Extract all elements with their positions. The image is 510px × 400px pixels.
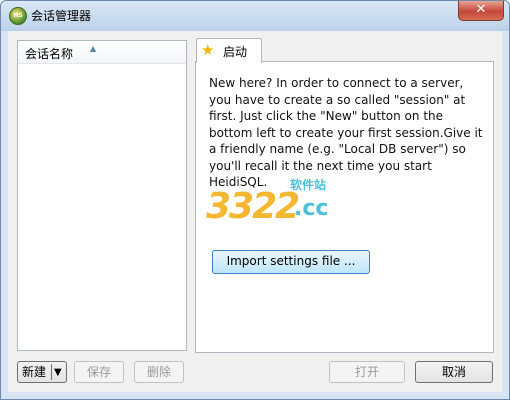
dialog-body: 会话名称 ▲ ★ 启动 New here? In order to connec… <box>8 31 502 392</box>
heidisql-app-icon: HS <box>9 7 27 25</box>
star-icon: ★ <box>201 41 215 59</box>
close-button[interactable]: ✕ <box>458 1 504 21</box>
save-button[interactable]: 保存 <box>74 361 124 383</box>
cancel-button[interactable]: 取消 <box>415 361 493 383</box>
sort-ascending-icon: ▲ <box>90 44 97 53</box>
import-settings-button[interactable]: Import settings file ... <box>212 250 370 274</box>
welcome-text: New here? In order to connect to a serve… <box>209 76 483 189</box>
session-list[interactable]: 会话名称 ▲ <box>17 40 187 351</box>
title-bar: HS 会话管理器 ✕ <box>1 1 509 29</box>
column-header-label: 会话名称 <box>25 47 74 61</box>
window-title: 会话管理器 <box>31 9 92 23</box>
new-session-button[interactable]: 新建 ▼ <box>17 361 67 383</box>
dropdown-arrow-icon[interactable]: ▼ <box>54 362 62 383</box>
new-button-label: 新建 <box>22 365 47 379</box>
start-tab-panel: New here? In order to connect to a serve… <box>195 61 494 353</box>
delete-button[interactable]: 删除 <box>134 361 184 383</box>
split-divider <box>51 364 52 380</box>
tab-start-label: 启动 <box>223 45 248 59</box>
session-name-column-header[interactable]: 会话名称 ▲ <box>18 41 186 64</box>
tab-start[interactable]: ★ 启动 <box>196 38 262 63</box>
watermark-number: 3322 <box>206 186 300 227</box>
session-manager-window: HS 会话管理器 ✕ 会话名称 ▲ ★ 启动 New here? In orde… <box>0 0 510 400</box>
open-button[interactable]: 打开 <box>329 361 405 383</box>
site-watermark-logo: 软件站 3322 .cc <box>206 176 336 227</box>
watermark-domain: .cc <box>294 196 329 221</box>
